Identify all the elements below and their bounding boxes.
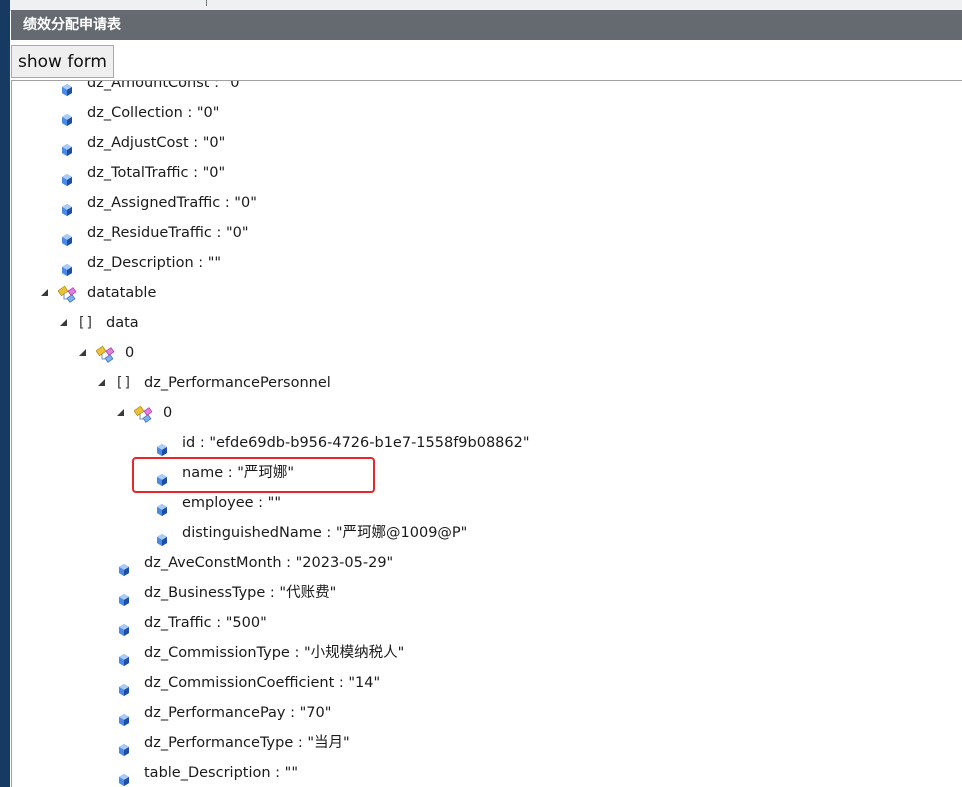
array-icon: [] xyxy=(117,375,132,391)
tree-leaf[interactable]: dz_AmountConst : "0" xyxy=(12,80,962,98)
left-window-edge xyxy=(0,0,10,787)
tree-label: dz_Traffic : "500" xyxy=(144,615,267,631)
value-icon xyxy=(62,137,72,156)
tree-leaf[interactable]: dz_TotalTraffic : "0" xyxy=(12,158,962,188)
value-icon xyxy=(119,677,129,696)
tree-label: dz_Description : "" xyxy=(87,255,222,271)
tree-leaf[interactable]: dz_Collection : "0" xyxy=(12,98,962,128)
tree-label: dz_CommissionType : "小规模纳税人" xyxy=(144,645,405,661)
tree-label: name : "严珂娜" xyxy=(182,465,295,481)
object-icon xyxy=(133,404,154,423)
value-icon xyxy=(62,81,72,96)
tree-leaf[interactable]: dz_PerformanceType : "当月" xyxy=(12,728,962,758)
tree-label: dz_ResidueTraffic : "0" xyxy=(87,225,249,241)
value-icon xyxy=(119,767,129,786)
tree-leaf[interactable]: id : "efde69db-b956-4726-b1e7-1558f9b088… xyxy=(12,428,962,458)
tree-label: data xyxy=(106,315,139,331)
tree-label: dz_AmountConst : "0" xyxy=(87,80,247,91)
divider xyxy=(206,0,207,6)
tree-leaf[interactable]: dz_BusinessType : "代账费" xyxy=(12,578,962,608)
array-icon: [] xyxy=(79,315,94,331)
value-icon xyxy=(119,737,129,756)
value-icon xyxy=(62,107,72,126)
tree-leaf[interactable]: dz_Description : "" xyxy=(12,248,962,278)
tree-label: datatable xyxy=(87,285,157,301)
tree-label: dz_TotalTraffic : "0" xyxy=(87,165,226,181)
value-icon xyxy=(119,647,129,666)
show-form-button[interactable]: show form xyxy=(11,45,114,78)
tree-label: id : "efde69db-b956-4726-b1e7-1558f9b088… xyxy=(182,435,530,451)
tree-label: dz_AveConstMonth : "2023-05-29" xyxy=(144,555,394,571)
value-icon xyxy=(62,167,72,186)
tree-label: 0 xyxy=(163,405,173,421)
tree-label: dz_Collection : "0" xyxy=(87,105,220,121)
value-icon xyxy=(119,707,129,726)
tree-label: employee : "" xyxy=(182,495,282,511)
value-icon xyxy=(157,527,167,546)
object-icon xyxy=(95,344,116,363)
value-icon xyxy=(119,557,129,576)
tree-leaf[interactable]: dz_AveConstMonth : "2023-05-29" xyxy=(12,548,962,578)
json-tree-view[interactable]: dz_AmountConst : "0" dz_Collection : "0" d… xyxy=(11,80,962,787)
expanded-triangle-icon[interactable] xyxy=(41,289,48,296)
tree-leaf[interactable]: table_Description : "" xyxy=(12,758,962,787)
tree-leaf[interactable]: name : "严珂娜" xyxy=(12,458,962,488)
value-icon xyxy=(157,497,167,516)
page-title: 绩效分配申请表 xyxy=(11,10,962,40)
tree-node[interactable]: 0 xyxy=(12,398,962,428)
tree-label: dz_BusinessType : "代账费" xyxy=(144,585,337,601)
object-icon xyxy=(57,284,78,303)
tree-leaf[interactable]: dz_Traffic : "500" xyxy=(12,608,962,638)
tree-label: distinguishedName : "严珂娜@1009@P" xyxy=(182,525,468,541)
tree-label: dz_CommissionCoefficient : "14" xyxy=(144,675,381,691)
expanded-triangle-icon[interactable] xyxy=(117,409,124,416)
tree-label: dz_PerformancePay : "70" xyxy=(144,705,332,721)
tree-node[interactable]: [] data xyxy=(12,308,962,338)
expanded-triangle-icon[interactable] xyxy=(79,349,86,356)
tree-label: dz_PerformancePersonnel xyxy=(144,375,331,391)
tree-label: dz_PerformanceType : "当月" xyxy=(144,735,350,751)
tree-leaf[interactable]: distinguishedName : "严珂娜@1009@P" xyxy=(12,518,962,548)
value-icon xyxy=(157,437,167,456)
value-icon xyxy=(62,257,72,276)
tree-label: 0 xyxy=(125,345,135,361)
value-icon xyxy=(157,467,167,486)
tree-leaf[interactable]: dz_CommissionCoefficient : "14" xyxy=(12,668,962,698)
tree-node[interactable]: [] dz_PerformancePersonnel xyxy=(12,368,962,398)
value-icon xyxy=(62,197,72,216)
tree-leaf[interactable]: dz_AdjustCost : "0" xyxy=(12,128,962,158)
tree-node[interactable]: 0 xyxy=(12,338,962,368)
expanded-triangle-icon[interactable] xyxy=(60,319,67,326)
tree-label: table_Description : "" xyxy=(144,765,298,781)
tree-node[interactable]: datatable xyxy=(12,278,962,308)
value-icon xyxy=(119,587,129,606)
tree-label: dz_AdjustCost : "0" xyxy=(87,135,226,151)
tree-leaf[interactable]: dz_CommissionType : "小规模纳税人" xyxy=(12,638,962,668)
json-tree: dz_AmountConst : "0" dz_Collection : "0" d… xyxy=(12,80,962,787)
tree-leaf[interactable]: dz_PerformancePay : "70" xyxy=(12,698,962,728)
tree-label: dz_AssignedTraffic : "0" xyxy=(87,195,257,211)
tree-leaf[interactable]: dz_AssignedTraffic : "0" xyxy=(12,188,962,218)
tree-leaf[interactable]: dz_ResidueTraffic : "0" xyxy=(12,218,962,248)
tree-leaf[interactable]: employee : "" xyxy=(12,488,962,518)
value-icon xyxy=(62,227,72,246)
value-icon xyxy=(119,617,129,636)
expanded-triangle-icon[interactable] xyxy=(98,379,105,386)
